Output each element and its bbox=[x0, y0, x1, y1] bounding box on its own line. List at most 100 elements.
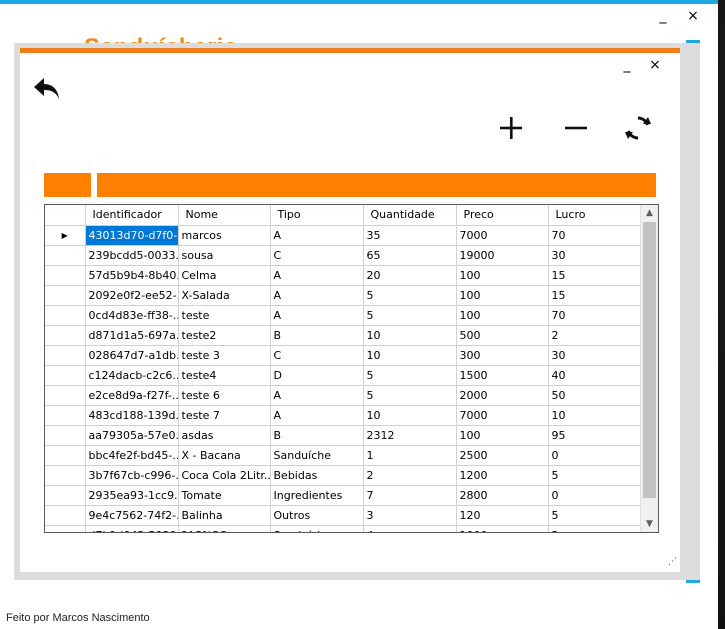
table-cell[interactable]: 100 bbox=[456, 285, 549, 306]
column-header[interactable]: Nome bbox=[178, 205, 271, 226]
table-cell[interactable]: Tomate bbox=[178, 485, 271, 506]
scroll-thumb[interactable] bbox=[643, 222, 656, 498]
row-header[interactable] bbox=[45, 445, 86, 466]
table-cell[interactable]: X - Bacana bbox=[178, 445, 271, 466]
row-header[interactable] bbox=[45, 385, 86, 406]
table-row[interactable]: 0cd4d83e-ff38-... teste A 5 100 70 bbox=[45, 305, 642, 326]
dialog-resize-grip-icon[interactable]: ⋰ bbox=[668, 557, 677, 567]
table-cell[interactable]: 95 bbox=[548, 425, 642, 446]
table-cell[interactable]: 100 bbox=[456, 305, 549, 326]
table-cell[interactable]: A bbox=[270, 225, 364, 246]
table-cell[interactable]: teste bbox=[178, 305, 271, 326]
table-cell[interactable]: 2500 bbox=[456, 445, 549, 466]
column-header[interactable]: Tipo bbox=[270, 205, 364, 226]
table-cell[interactable]: 19000 bbox=[456, 245, 549, 266]
column-header[interactable]: Quantidade bbox=[363, 205, 457, 226]
table-cell[interactable]: 100 bbox=[456, 425, 549, 446]
table-cell[interactable]: B bbox=[270, 325, 364, 346]
table-cell[interactable]: 2092e0f2-ee52-... bbox=[85, 285, 179, 306]
table-row[interactable]: c124dacb-c2c6... teste4 D 5 1500 40 bbox=[45, 365, 642, 386]
table-cell[interactable]: A bbox=[270, 405, 364, 426]
table-cell[interactable]: 120 bbox=[456, 505, 549, 526]
table-row[interactable]: 9e4c7562-74f2-... Balinha Outros 3 120 5 bbox=[45, 505, 642, 526]
table-cell[interactable]: 0 bbox=[548, 445, 642, 466]
products-grid[interactable]: Identificador Nome Tipo Quantidade Preco… bbox=[44, 204, 659, 533]
table-cell[interactable]: 40 bbox=[548, 365, 642, 386]
dialog-close-button[interactable]: × bbox=[648, 57, 662, 73]
table-cell[interactable]: d871d1a5-697a... bbox=[85, 325, 179, 346]
table-cell[interactable]: 15 bbox=[548, 265, 642, 286]
refresh-button[interactable] bbox=[623, 113, 653, 143]
table-cell[interactable]: B bbox=[270, 425, 364, 446]
table-row[interactable]: 483cd188-139d... teste 7 A 10 7000 10 bbox=[45, 405, 642, 426]
table-row[interactable]: 2092e0f2-ee52-... X-Salada A 5 100 15 bbox=[45, 285, 642, 306]
table-cell[interactable]: 239bcdd5-0033... bbox=[85, 245, 179, 266]
table-cell[interactable]: Coca Cola 2Litr... bbox=[178, 465, 271, 486]
table-cell[interactable]: 2935ea93-1cc9... bbox=[85, 485, 179, 506]
table-cell[interactable]: 10 bbox=[363, 405, 457, 426]
table-cell[interactable]: Sanduíche bbox=[270, 445, 364, 466]
table-cell[interactable]: 5 bbox=[548, 505, 642, 526]
row-header[interactable]: ▶ bbox=[45, 225, 86, 246]
table-cell[interactable]: 5 bbox=[363, 385, 457, 406]
table-row[interactable]: 028647d7-a1db... teste 3 C 10 300 30 bbox=[45, 345, 642, 366]
table-cell[interactable]: 2 bbox=[548, 325, 642, 346]
table-cell[interactable]: bbc4fe2f-bd45-... bbox=[85, 445, 179, 466]
remove-button[interactable] bbox=[561, 113, 591, 143]
close-button[interactable]: × bbox=[686, 8, 700, 24]
table-cell[interactable]: 5 bbox=[363, 365, 457, 386]
table-cell[interactable]: A bbox=[270, 385, 364, 406]
table-row[interactable]: aa79305a-57e0... asdas B 2312 100 95 bbox=[45, 425, 642, 446]
table-cell[interactable]: marcos bbox=[178, 225, 271, 246]
table-cell[interactable]: Outros bbox=[270, 505, 364, 526]
row-header[interactable] bbox=[45, 485, 86, 506]
row-header[interactable] bbox=[45, 465, 86, 486]
table-cell[interactable]: 1500 bbox=[456, 365, 549, 386]
table-cell[interactable]: 5 bbox=[363, 285, 457, 306]
table-cell[interactable]: 500 bbox=[456, 325, 549, 346]
table-cell[interactable]: teste2 bbox=[178, 325, 271, 346]
table-cell[interactable]: 2800 bbox=[456, 485, 549, 506]
table-cell[interactable]: teste4 bbox=[178, 365, 271, 386]
row-header[interactable] bbox=[45, 325, 86, 346]
table-cell[interactable]: 10 bbox=[548, 405, 642, 426]
table-cell[interactable]: sousa bbox=[178, 245, 271, 266]
row-header[interactable] bbox=[45, 405, 86, 426]
table-cell[interactable]: 100 bbox=[456, 265, 549, 286]
row-header[interactable] bbox=[45, 285, 86, 306]
table-cell[interactable]: 65 bbox=[363, 245, 457, 266]
table-cell[interactable]: Bebidas bbox=[270, 465, 364, 486]
table-cell[interactable]: 5 bbox=[548, 465, 642, 486]
row-header[interactable] bbox=[45, 365, 86, 386]
table-cell[interactable]: 50 bbox=[548, 385, 642, 406]
table-cell[interactable]: 7000 bbox=[456, 225, 549, 246]
table-cell[interactable]: 0 bbox=[548, 485, 642, 506]
table-row[interactable]: d7b1d042-5030...?AS%3OSanduíche410002 bbox=[45, 525, 642, 532]
dialog-minimize-button[interactable]: _ bbox=[620, 57, 634, 73]
table-cell[interactable]: d7b1d042-5030... bbox=[85, 525, 179, 532]
table-row[interactable]: 239bcdd5-0033... sousa C 65 19000 30 bbox=[45, 245, 642, 266]
table-cell[interactable]: 7 bbox=[363, 485, 457, 506]
table-cell[interactable]: 1200 bbox=[456, 465, 549, 486]
table-row[interactable]: ▶ 43013d70-d7f0-... marcos A 35 7000 70 bbox=[45, 225, 642, 246]
search-bar-block[interactable] bbox=[97, 173, 656, 197]
scroll-up-icon[interactable]: ▲ bbox=[641, 205, 658, 221]
table-row[interactable]: bbc4fe2f-bd45-... X - Bacana Sanduíche 1 250… bbox=[45, 445, 642, 466]
table-cell[interactable]: 2 bbox=[363, 465, 457, 486]
table-cell[interactable]: 30 bbox=[548, 245, 642, 266]
table-row[interactable]: 2935ea93-1cc9... Tomate Ingredientes 7 2800 0 bbox=[45, 485, 642, 506]
table-cell[interactable]: 30 bbox=[548, 345, 642, 366]
row-header[interactable] bbox=[45, 305, 86, 326]
table-cell[interactable]: D bbox=[270, 365, 364, 386]
row-header[interactable] bbox=[45, 245, 86, 266]
table-cell[interactable]: 0cd4d83e-ff38-... bbox=[85, 305, 179, 326]
table-cell[interactable]: 1000 bbox=[456, 525, 549, 532]
minimize-button[interactable]: _ bbox=[656, 8, 670, 24]
table-cell[interactable]: 43013d70-d7f0-... bbox=[85, 225, 179, 246]
column-header[interactable]: Lucro bbox=[548, 205, 642, 226]
table-cell[interactable]: 10 bbox=[363, 345, 457, 366]
table-cell[interactable]: C bbox=[270, 245, 364, 266]
table-cell[interactable]: 3 bbox=[363, 505, 457, 526]
table-cell[interactable]: 5 bbox=[363, 305, 457, 326]
column-header[interactable]: Preco bbox=[456, 205, 549, 226]
